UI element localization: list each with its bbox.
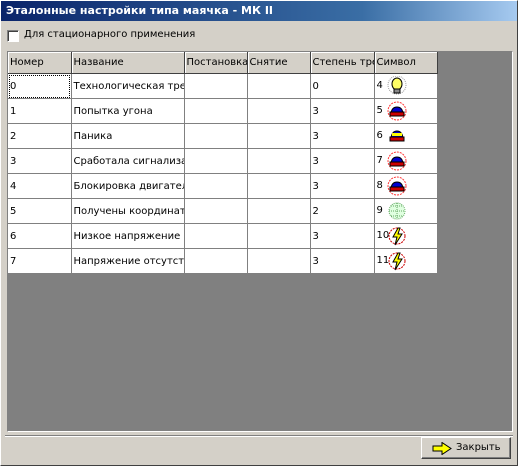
- cell-symbol[interactable]: 11: [374, 248, 438, 274]
- column-header-symbol[interactable]: Символ: [374, 52, 438, 74]
- arrow-right-icon: [432, 442, 452, 455]
- car-alarm-icon: [387, 176, 406, 196]
- table-row[interactable]: 2 Паника 3 6: [8, 123, 438, 149]
- cell-level[interactable]: 3: [310, 223, 375, 249]
- cell-symbol[interactable]: 6: [374, 123, 438, 149]
- cell-disarm[interactable]: [247, 73, 311, 99]
- cell-level[interactable]: 0: [310, 73, 375, 99]
- cell-number[interactable]: 2: [8, 123, 72, 149]
- window-title: Эталонные настройки типа маячка - МК II: [6, 4, 274, 17]
- cell-number[interactable]: 4: [8, 173, 72, 199]
- cell-level[interactable]: 3: [310, 148, 375, 174]
- cell-level[interactable]: 2: [310, 198, 375, 224]
- symbol-number: 6: [376, 130, 383, 141]
- events-table: Номер Название Постановка Снятие Степень…: [8, 52, 438, 274]
- cell-symbol[interactable]: 10: [374, 223, 438, 249]
- symbol-number: 4: [376, 80, 383, 91]
- cell-disarm[interactable]: [247, 148, 311, 174]
- car-icon: [389, 130, 404, 142]
- table-row[interactable]: 6 Низкое напряжение 3 10: [8, 223, 438, 249]
- symbol-number: 9: [376, 205, 383, 216]
- close-button[interactable]: Закрыть: [421, 437, 511, 459]
- cell-number[interactable]: 0: [8, 73, 72, 99]
- dialog-window: Эталонные настройки типа маячка - МК II …: [0, 0, 518, 466]
- symbol-number: 8: [376, 180, 383, 191]
- table-row[interactable]: 1 Попытка угона 3 5: [8, 98, 438, 124]
- table-header-row: Номер Название Постановка Снятие Степень…: [8, 52, 438, 74]
- lightbulb-icon: [387, 76, 406, 95]
- cell-number[interactable]: 7: [8, 248, 72, 274]
- cell-disarm[interactable]: [247, 223, 311, 249]
- cell-arm[interactable]: [184, 198, 248, 224]
- cell-number[interactable]: 6: [8, 223, 72, 249]
- cell-number[interactable]: 3: [8, 148, 72, 174]
- table-row[interactable]: 3 Сработала сигнализац 3 7: [8, 148, 438, 174]
- beacon-events-grid: Номер Название Постановка Снятие Степень…: [7, 51, 513, 432]
- cell-name[interactable]: Блокировка двигателя: [71, 173, 185, 199]
- column-header-level[interactable]: Степень тре: [310, 52, 375, 74]
- cell-level[interactable]: 3: [310, 248, 375, 274]
- cell-symbol[interactable]: 5: [374, 98, 438, 124]
- cell-arm[interactable]: [184, 148, 248, 174]
- title-bar[interactable]: Эталонные настройки типа маячка - МК II: [1, 1, 517, 21]
- cell-symbol[interactable]: 4: [374, 73, 438, 99]
- cell-name[interactable]: Паника: [71, 123, 185, 149]
- cell-level[interactable]: 3: [310, 98, 375, 124]
- cell-name[interactable]: Напряжение отсутству: [71, 248, 185, 274]
- cell-disarm[interactable]: [247, 173, 311, 199]
- cell-level[interactable]: 3: [310, 123, 375, 149]
- close-button-label: Закрыть: [456, 442, 501, 453]
- column-header-disarm[interactable]: Снятие: [247, 52, 311, 74]
- cell-number[interactable]: 5: [8, 198, 72, 224]
- cell-disarm[interactable]: [247, 248, 311, 274]
- cell-arm[interactable]: [184, 223, 248, 249]
- stationary-checkbox-label: Для стационарного применения: [24, 29, 196, 40]
- cell-disarm[interactable]: [247, 198, 311, 224]
- cell-disarm[interactable]: [247, 123, 311, 149]
- table-row[interactable]: 7 Напряжение отсутству 3 11: [8, 248, 438, 274]
- car-alarm-icon: [387, 101, 406, 121]
- cell-arm[interactable]: [184, 248, 248, 274]
- cell-level[interactable]: 3: [310, 173, 375, 199]
- cell-name[interactable]: Попытка угона: [71, 98, 185, 124]
- cell-symbol[interactable]: 9: [374, 198, 438, 224]
- cell-symbol[interactable]: 8: [374, 173, 438, 199]
- table-row[interactable]: 4 Блокировка двигателя 3 8: [8, 173, 438, 199]
- lightning-icon: [388, 227, 405, 246]
- table-row[interactable]: 0 Технологическая трев 0 4: [8, 73, 438, 99]
- column-header-arm[interactable]: Постановка: [184, 52, 248, 74]
- globe-icon: [388, 202, 405, 220]
- lightning-icon: [388, 252, 405, 271]
- cell-arm[interactable]: [184, 73, 248, 99]
- table-row[interactable]: 5 Получены координаты 2 9: [8, 198, 438, 224]
- cell-disarm[interactable]: [247, 98, 311, 124]
- cell-name[interactable]: Низкое напряжение: [71, 223, 185, 249]
- cell-number[interactable]: 1: [8, 98, 72, 124]
- cell-arm[interactable]: [184, 98, 248, 124]
- stationary-checkbox[interactable]: [7, 30, 19, 42]
- cell-name[interactable]: Сработала сигнализац: [71, 148, 185, 174]
- car-alarm-icon: [387, 151, 406, 171]
- cell-arm[interactable]: [184, 123, 248, 149]
- column-header-number[interactable]: Номер: [8, 52, 72, 74]
- symbol-number: 5: [376, 105, 383, 116]
- cell-name[interactable]: Технологическая трев: [71, 73, 185, 99]
- column-header-name[interactable]: Название: [71, 52, 185, 74]
- cell-symbol[interactable]: 7: [374, 148, 438, 174]
- cell-name[interactable]: Получены координаты: [71, 198, 185, 224]
- symbol-number: 7: [376, 155, 383, 166]
- cell-arm[interactable]: [184, 173, 248, 199]
